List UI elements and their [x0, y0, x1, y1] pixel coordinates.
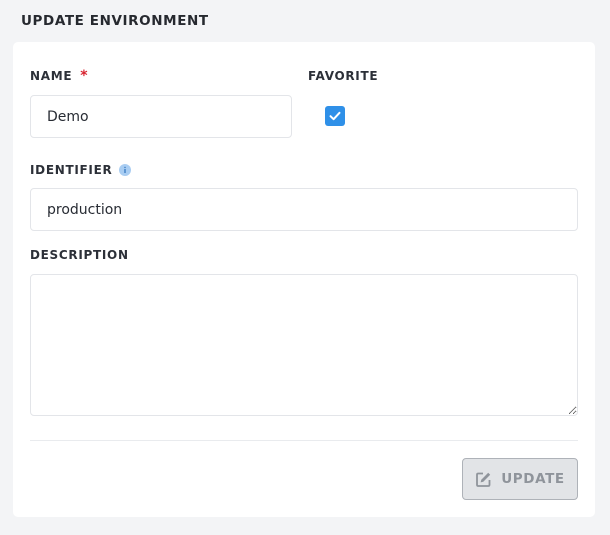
info-icon[interactable]: [119, 164, 132, 176]
description-label: DESCRIPTION: [30, 248, 129, 262]
checkmark-icon: [329, 111, 341, 121]
update-button[interactable]: UPDATE: [462, 458, 578, 500]
identifier-label-row: IDENTIFIER: [30, 163, 132, 177]
update-button-label: UPDATE: [501, 471, 565, 487]
name-input[interactable]: [30, 95, 292, 138]
description-textarea[interactable]: [30, 274, 578, 416]
edit-icon: [476, 472, 491, 487]
identifier-label: IDENTIFIER: [30, 163, 113, 177]
favorite-checkbox[interactable]: [325, 106, 345, 126]
name-label: NAME: [30, 69, 73, 83]
favorite-label: FAVORITE: [308, 69, 379, 83]
name-label-row: NAME *: [30, 69, 88, 83]
required-star: *: [80, 68, 89, 84]
page-title: UPDATE ENVIRONMENT: [21, 13, 209, 29]
identifier-input[interactable]: [30, 188, 578, 231]
divider: [30, 440, 578, 441]
